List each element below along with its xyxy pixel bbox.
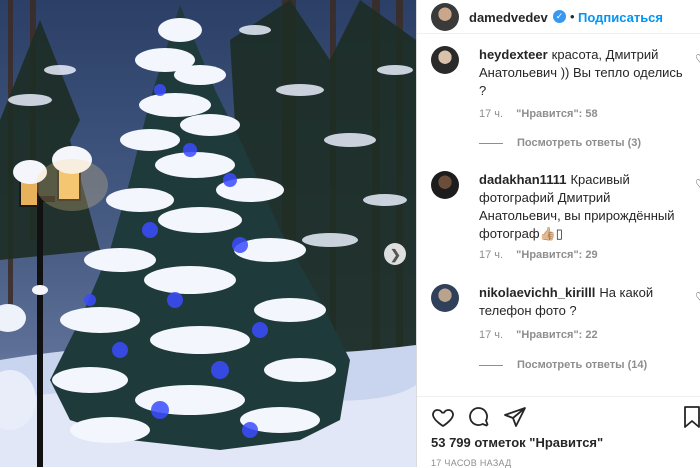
heart-icon [432, 409, 454, 428]
commenter-avatar[interactable] [431, 46, 459, 74]
replies-label: Посмотреть ответы (3) [517, 137, 642, 149]
verified-badge-icon: ✓ [553, 10, 566, 23]
comment-button[interactable] [467, 405, 491, 434]
follow-button[interactable]: Подписаться [578, 10, 663, 25]
next-photo-button[interactable]: ❯ [384, 243, 406, 265]
post-photo[interactable]: ❯ [0, 0, 416, 467]
comment-likes[interactable]: "Нравится": 58 [516, 108, 597, 120]
heart-icon[interactable]: ♡ [695, 290, 700, 304]
view-replies-button[interactable]: Посмотреть ответы (14) [479, 359, 647, 371]
view-replies-button[interactable]: Посмотреть ответы (3) [479, 137, 641, 149]
likes-count[interactable]: 53 799 отметок "Нравится" [431, 435, 603, 450]
like-button[interactable] [431, 405, 455, 434]
comment-text: heydexteer красота, Дмитрий Анатольевич )… [479, 46, 685, 100]
winter-scene-image [0, 0, 416, 467]
heart-icon[interactable]: ♡ [695, 52, 700, 66]
comment-likes[interactable]: "Нравится": 29 [516, 249, 597, 261]
author-username[interactable]: damedvedev [469, 10, 548, 25]
replies-label: Посмотреть ответы (14) [517, 359, 648, 371]
post-sidebar: damedvedev ✓ • Подписаться heydexteer кра… [416, 0, 700, 468]
comment-meta: 17 ч. "Нравится": 29 [479, 249, 598, 261]
comment-text: nikolaevichh_kirilll На какой телефон фот… [479, 284, 685, 320]
commenter-avatar[interactable] [431, 284, 459, 312]
comment-meta: 17 ч. "Нравится": 22 [479, 329, 598, 341]
chevron-right-icon: ❯ [390, 246, 401, 262]
bookmark-icon [684, 406, 700, 428]
comment-username[interactable]: nikolaevichh_kirilll [479, 285, 595, 300]
comment-username[interactable]: dadakhan1111 [479, 172, 566, 187]
send-icon [504, 407, 526, 427]
comment-icon [469, 407, 489, 427]
comment-username[interactable]: heydexteer [479, 47, 548, 62]
heart-icon[interactable]: ♡ [695, 177, 700, 191]
comment-time[interactable]: 17 ч. [479, 249, 503, 261]
author-avatar[interactable] [431, 3, 459, 31]
post-header: damedvedev ✓ • Подписаться [417, 0, 700, 34]
comment-time[interactable]: 17 ч. [479, 329, 503, 341]
save-button[interactable] [683, 405, 700, 434]
comment-text: dadakhan1111 Красивый фотографий Дмитрий … [479, 171, 685, 243]
comment-meta: 17 ч. "Нравится": 58 [479, 108, 598, 120]
replies-divider [479, 142, 503, 144]
separator-dot: • [570, 9, 575, 24]
comment-time[interactable]: 17 ч. [479, 108, 503, 120]
share-button[interactable] [503, 405, 527, 434]
replies-divider [479, 364, 503, 366]
commenter-avatar[interactable] [431, 171, 459, 199]
comment-likes[interactable]: "Нравится": 22 [516, 329, 597, 341]
post-actions: 53 799 отметок "Нравится" 17 ЧАСОВ НАЗАД [417, 396, 700, 468]
